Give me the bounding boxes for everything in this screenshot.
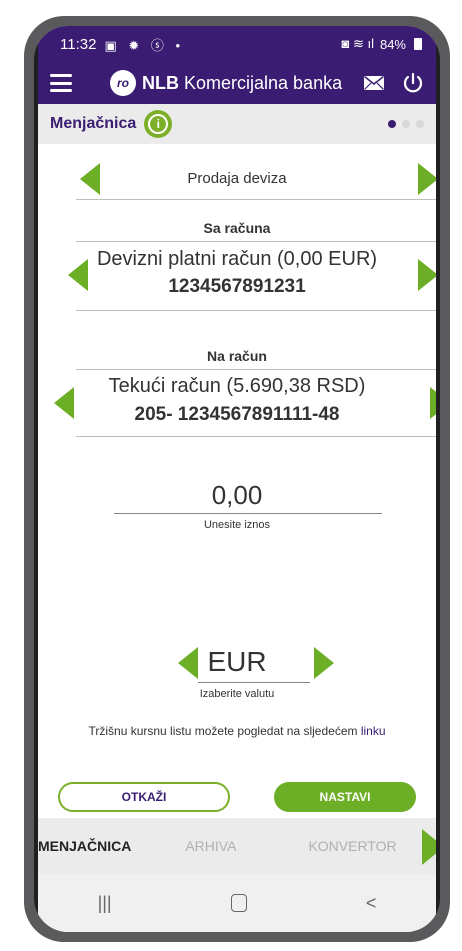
screen: 11:32 ▣ ✹ ⓢ • ◙ ≋ ıl 84% ro NLB Komercij… — [38, 26, 436, 932]
battery-icon — [414, 38, 422, 50]
tab-menjacnica[interactable]: MENJAČNICA — [38, 838, 131, 854]
divider — [76, 310, 436, 311]
bottom-tabs: MENJAČNICA ARHIVA KONVERTOR — [38, 818, 436, 874]
to-account-label: Na račun — [207, 348, 267, 364]
from-account-name[interactable]: Devizni platni račun (0,00 EUR) — [38, 248, 436, 271]
section-header: Menjačnica i — [38, 104, 436, 144]
status-signal-icons: ◙ ≋ ıl — [341, 36, 374, 51]
phone-frame: 11:32 ▣ ✹ ⓢ • ◙ ≋ ıl 84% ro NLB Komercij… — [24, 16, 450, 942]
to-next-arrow-icon[interactable] — [430, 387, 436, 419]
nlb-logo-icon: ro — [110, 70, 136, 96]
currency-underline — [198, 682, 310, 683]
page-indicator — [388, 120, 424, 128]
currency-value[interactable]: EUR — [38, 646, 436, 678]
page-dot — [416, 120, 424, 128]
currency-hint: Izaberite valutu — [199, 688, 275, 700]
type-next-arrow-icon[interactable] — [418, 163, 436, 195]
transaction-type[interactable]: Prodaja deviza — [38, 170, 436, 187]
power-icon[interactable] — [402, 72, 424, 94]
from-next-arrow-icon[interactable] — [418, 259, 436, 291]
section-title: Menjačnica — [50, 115, 137, 132]
info-icon[interactable]: i — [144, 110, 173, 138]
mail-icon[interactable] — [364, 76, 384, 90]
note-text: Tržišnu kursnu listu možete pogledat na … — [88, 724, 361, 738]
system-nav-bar: ||| < — [38, 874, 436, 932]
amount-underline — [114, 513, 382, 514]
exchange-form: Prodaja deviza Sa računa Devizni platni … — [38, 144, 436, 744]
currency-next-arrow-icon[interactable] — [314, 647, 334, 679]
menu-icon[interactable] — [50, 74, 72, 92]
tabs-next-arrow-icon[interactable] — [422, 829, 436, 865]
next-button[interactable]: NASTAVI — [274, 782, 416, 812]
exchange-rate-note: Tržišnu kursnu listu možete pogledat na … — [38, 724, 436, 738]
phone-bezel: 11:32 ▣ ✹ ⓢ • ◙ ≋ ıl 84% ro NLB Komercij… — [34, 26, 440, 932]
from-account-label: Sa računa — [203, 220, 271, 236]
to-account-name[interactable]: Tekući račun (5.690,38 RSD) — [38, 375, 436, 398]
home-icon[interactable] — [230, 894, 247, 912]
status-right: ◙ ≋ ıl 84% — [341, 36, 422, 52]
brand-name-rest: Komercijalna banka — [179, 72, 343, 93]
tab-konvertor[interactable]: KONVERTOR — [308, 838, 396, 854]
brand: ro NLB Komercijalna banka — [110, 70, 342, 96]
divider — [76, 369, 436, 370]
amount-input[interactable]: 0,00 — [38, 480, 436, 511]
page-dot-active — [388, 120, 396, 128]
amount-hint: Unesite iznos — [203, 519, 271, 531]
divider — [76, 436, 436, 437]
page-dot — [402, 120, 410, 128]
app-bar: ro NLB Komercijalna banka — [38, 62, 436, 104]
info-glyph: i — [148, 114, 169, 134]
battery-percent: 84% — [379, 36, 406, 52]
rate-list-link[interactable]: linku — [361, 724, 386, 738]
recent-apps-icon[interactable]: ||| — [98, 893, 112, 914]
divider — [76, 241, 436, 242]
brand-name-bold: NLB — [142, 72, 179, 93]
divider — [76, 199, 436, 200]
to-account-number: 205- 1234567891111-48 — [134, 404, 340, 425]
status-bar: 11:32 ▣ ✹ ⓢ • ◙ ≋ ıl 84% — [38, 26, 436, 62]
back-icon[interactable]: < — [366, 893, 377, 914]
from-account-number: 1234567891231 — [168, 276, 306, 297]
brand-name: NLB Komercijalna banka — [142, 73, 342, 94]
status-notification-icons: ▣ ✹ ⓢ • — [104, 37, 184, 53]
cancel-button[interactable]: OTKAŽI — [58, 782, 230, 812]
status-time: 11:32 — [60, 35, 97, 53]
tab-arhiva[interactable]: ARHIVA — [185, 838, 236, 854]
